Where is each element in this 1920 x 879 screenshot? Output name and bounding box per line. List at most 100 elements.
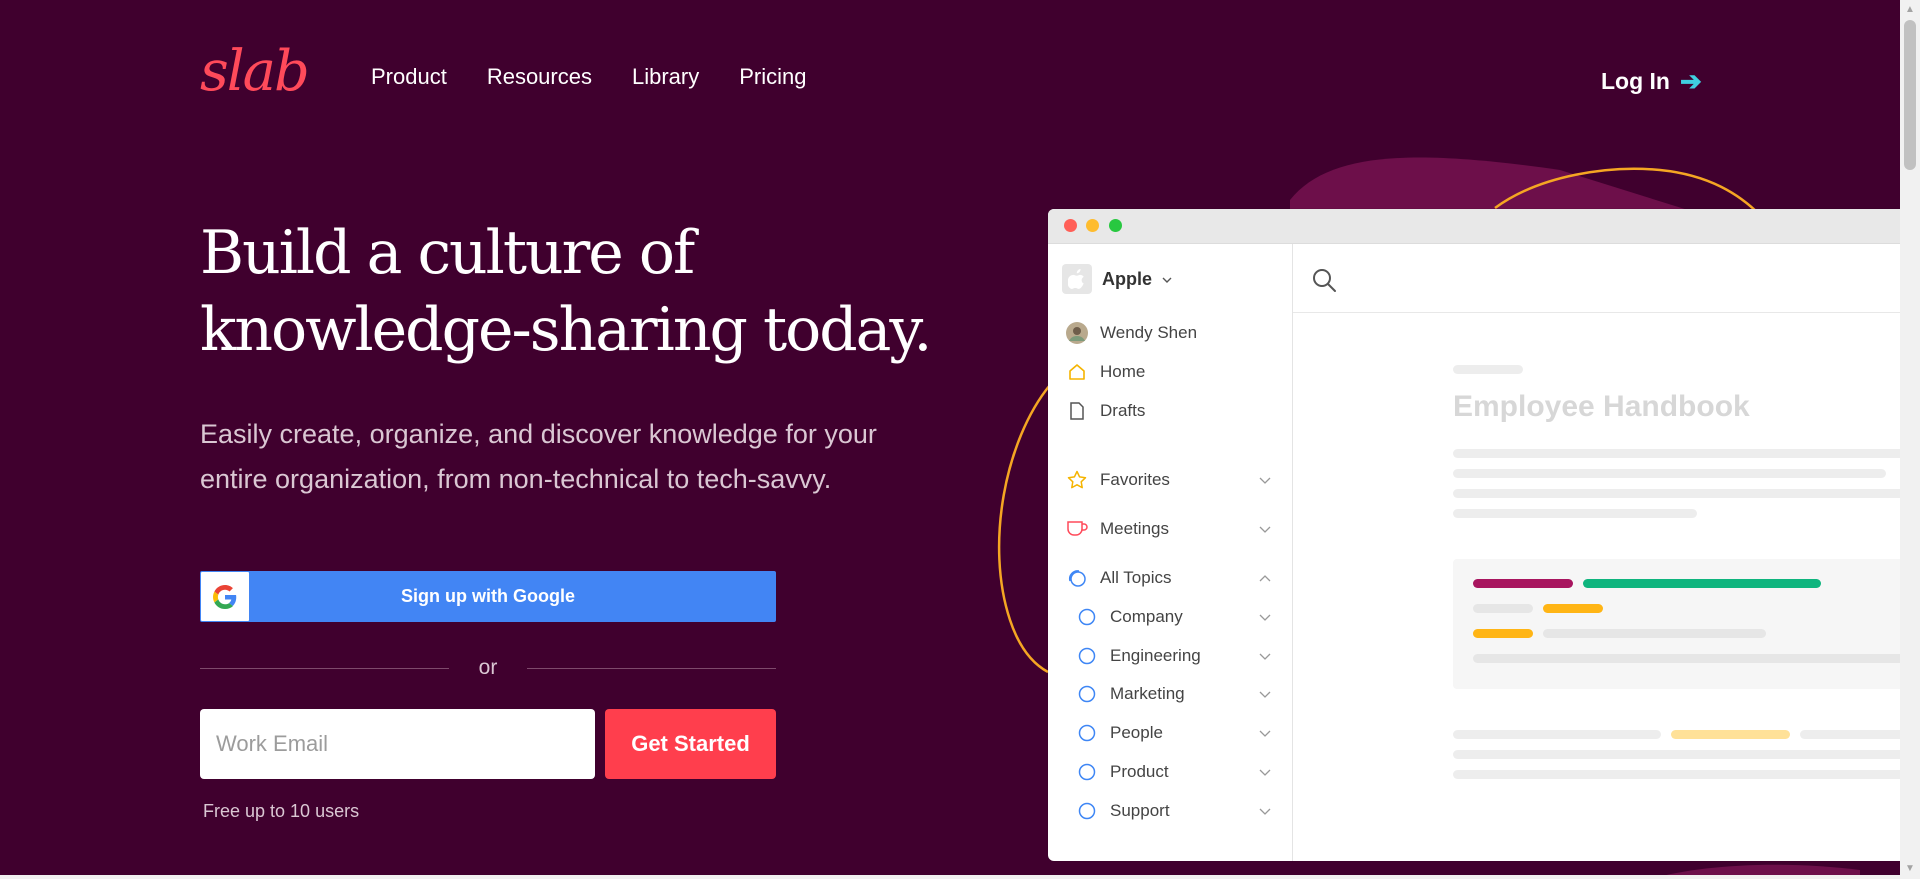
placeholder-line — [1453, 469, 1886, 478]
chevron-down-icon — [1258, 687, 1272, 701]
colored-bar — [1671, 730, 1790, 739]
sidebar-item-home: Home — [1066, 361, 1272, 383]
sidebar-section-all-topics: All Topics — [1066, 567, 1272, 589]
topic-circle-icon — [1076, 800, 1098, 822]
topic-circle-icon — [1076, 761, 1098, 783]
google-signup-label: Sign up with Google — [401, 586, 575, 606]
colored-bar — [1583, 579, 1821, 588]
topic-company: Company — [1076, 606, 1272, 628]
chevron-down-icon — [1258, 804, 1272, 818]
google-signup-button[interactable]: Sign up with Google — [200, 571, 776, 622]
chevron-down-icon — [1258, 765, 1272, 779]
app-search-bar — [1293, 244, 1900, 313]
document-title: Employee Handbook — [1453, 390, 1750, 423]
all-topics-label: All Topics — [1100, 568, 1172, 587]
topic-circle-icon — [1076, 722, 1098, 744]
topic-people: People — [1076, 722, 1272, 744]
scroll-up-icon[interactable]: ▲ — [1900, 2, 1920, 18]
login-link[interactable]: Log In ➔ — [1601, 66, 1702, 97]
login-label: Log In — [1601, 68, 1670, 94]
cup-icon — [1066, 518, 1088, 540]
placeholder-line — [1453, 449, 1900, 458]
placeholder-line — [1473, 604, 1533, 613]
org-name: Apple — [1102, 268, 1153, 289]
divider-line-right — [527, 667, 776, 669]
topic-label: Product — [1110, 762, 1169, 781]
landing-page: slab Product Resources Library Pricing L… — [0, 0, 1900, 879]
avatar — [1066, 322, 1088, 344]
topic-label: Engineering — [1110, 646, 1201, 665]
placeholder-line — [1453, 730, 1661, 739]
topic-label: People — [1110, 723, 1163, 742]
work-email-input[interactable] — [200, 709, 595, 779]
sidebar-item-drafts: Drafts — [1066, 400, 1272, 422]
main-nav: Product Resources Library Pricing — [371, 64, 806, 90]
topic-label: Support — [1110, 801, 1170, 820]
yellow-arc-left — [997, 384, 1051, 674]
draft-icon — [1066, 400, 1088, 422]
scrollbar-thumb[interactable] — [1904, 20, 1916, 170]
scroll-down-icon[interactable]: ▼ — [1900, 861, 1920, 877]
home-icon — [1066, 361, 1088, 383]
placeholder-line — [1473, 654, 1900, 663]
vertical-scrollbar[interactable]: ▲ ▼ — [1900, 0, 1920, 879]
chevron-down-icon — [1258, 649, 1272, 663]
placeholder-line — [1453, 750, 1900, 759]
topic-circle-icon — [1076, 683, 1098, 705]
search-icon — [1311, 267, 1337, 298]
placeholder-line — [1800, 730, 1900, 739]
sidebar-user: Wendy Shen — [1066, 322, 1272, 344]
colored-bar — [1473, 579, 1573, 588]
nav-library[interactable]: Library — [632, 64, 699, 90]
meetings-label: Meetings — [1100, 519, 1169, 538]
topics-icon — [1066, 567, 1088, 589]
colored-bar — [1473, 629, 1533, 638]
topic-label: Marketing — [1110, 684, 1185, 703]
nav-pricing[interactable]: Pricing — [739, 64, 806, 90]
chevron-down-icon — [1258, 610, 1272, 624]
chevron-down-icon — [1258, 473, 1272, 487]
star-icon — [1066, 469, 1088, 491]
arrow-right-icon: ➔ — [1679, 66, 1702, 96]
nav-resources[interactable]: Resources — [487, 64, 592, 90]
topic-circle-icon — [1076, 606, 1098, 628]
hero-subtext: Easily create, organize, and discover kn… — [200, 419, 877, 494]
placeholder-line — [1453, 489, 1900, 498]
apple-logo-icon — [1062, 264, 1092, 294]
chevron-down-icon — [1258, 522, 1272, 536]
topic-engineering: Engineering — [1076, 645, 1272, 667]
slab-logo[interactable]: slab — [200, 44, 310, 100]
sidebar-section-meetings: Meetings — [1066, 518, 1272, 540]
topic-product: Product — [1076, 761, 1272, 783]
app-main: Employee Handbook — [1293, 244, 1900, 861]
get-started-button[interactable]: Get Started — [605, 709, 776, 779]
headline-line-2: knowledge-sharing today. — [200, 295, 932, 365]
app-sidebar: Apple Wendy Shen Home Drafts Favorites M… — [1048, 244, 1293, 861]
minimize-dot-icon — [1086, 219, 1099, 232]
free-note: Free up to 10 users — [203, 801, 360, 821]
sidebar-home-label: Home — [1100, 362, 1146, 381]
maximize-dot-icon — [1109, 219, 1122, 232]
sidebar-drafts-label: Drafts — [1100, 401, 1146, 420]
app-window-mockup: Apple Wendy Shen Home Drafts Favorites M… — [1048, 209, 1900, 861]
placeholder-line — [1453, 365, 1523, 374]
or-label: or — [478, 656, 498, 679]
hero-headline: Build a culture of knowledge-sharing tod… — [200, 215, 960, 369]
org-switcher: Apple — [1062, 264, 1172, 294]
nav-product[interactable]: Product — [371, 64, 447, 90]
topic-marketing: Marketing — [1076, 683, 1272, 705]
topic-support: Support — [1076, 800, 1272, 822]
placeholder-line — [1453, 770, 1900, 779]
placeholder-line — [1453, 509, 1697, 518]
document-card — [1453, 559, 1900, 689]
sidebar-section-favorites: Favorites — [1066, 469, 1272, 491]
topic-circle-icon — [1076, 645, 1098, 667]
chevron-down-icon — [1162, 272, 1172, 286]
or-divider: or — [200, 656, 776, 680]
placeholder-line — [1543, 629, 1766, 638]
horizontal-scrollbar[interactable] — [0, 875, 1900, 879]
user-name: Wendy Shen — [1100, 323, 1198, 342]
headline-line-1: Build a culture of — [200, 218, 695, 288]
colored-bar — [1543, 604, 1603, 613]
google-g-icon — [201, 572, 249, 621]
